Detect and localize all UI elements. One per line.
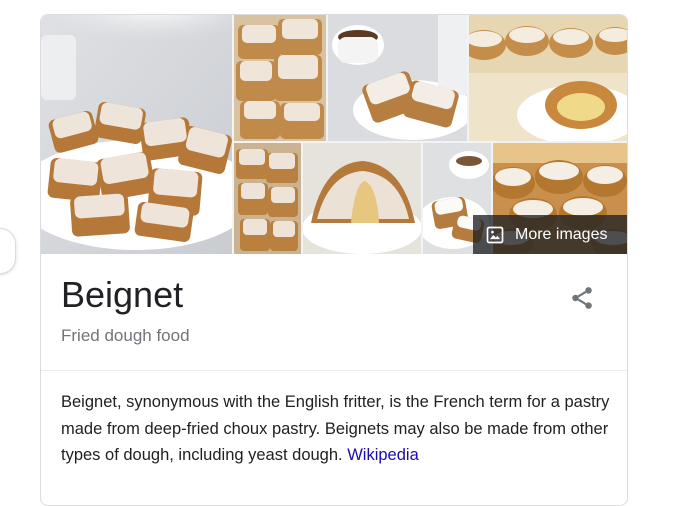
more-images-button[interactable]: More images bbox=[473, 215, 627, 254]
gallery-image-6[interactable] bbox=[303, 143, 421, 254]
image-icon bbox=[486, 226, 504, 243]
gallery-image-4[interactable] bbox=[469, 15, 627, 141]
more-images-label: More images bbox=[515, 225, 608, 243]
share-button[interactable] bbox=[567, 283, 597, 313]
section-divider bbox=[41, 370, 627, 371]
wikipedia-link[interactable]: Wikipedia bbox=[347, 446, 419, 464]
entity-title: Beignet bbox=[61, 274, 184, 315]
entity-description: Beignet, synonymous with the English fri… bbox=[61, 389, 611, 469]
entity-subtitle: Fried dough food bbox=[61, 326, 190, 345]
share-icon bbox=[572, 287, 592, 309]
carousel-side-handle[interactable] bbox=[0, 228, 16, 274]
gallery-image-1[interactable] bbox=[41, 15, 232, 254]
gallery-image-2[interactable] bbox=[234, 15, 326, 141]
gallery-image-3[interactable] bbox=[328, 15, 467, 141]
description-text: Beignet, synonymous with the English fri… bbox=[61, 393, 610, 464]
gallery-image-5[interactable] bbox=[234, 143, 301, 254]
image-gallery: More images bbox=[41, 15, 627, 254]
knowledge-panel: More images Beignet Fried dough food Bei… bbox=[40, 14, 628, 506]
